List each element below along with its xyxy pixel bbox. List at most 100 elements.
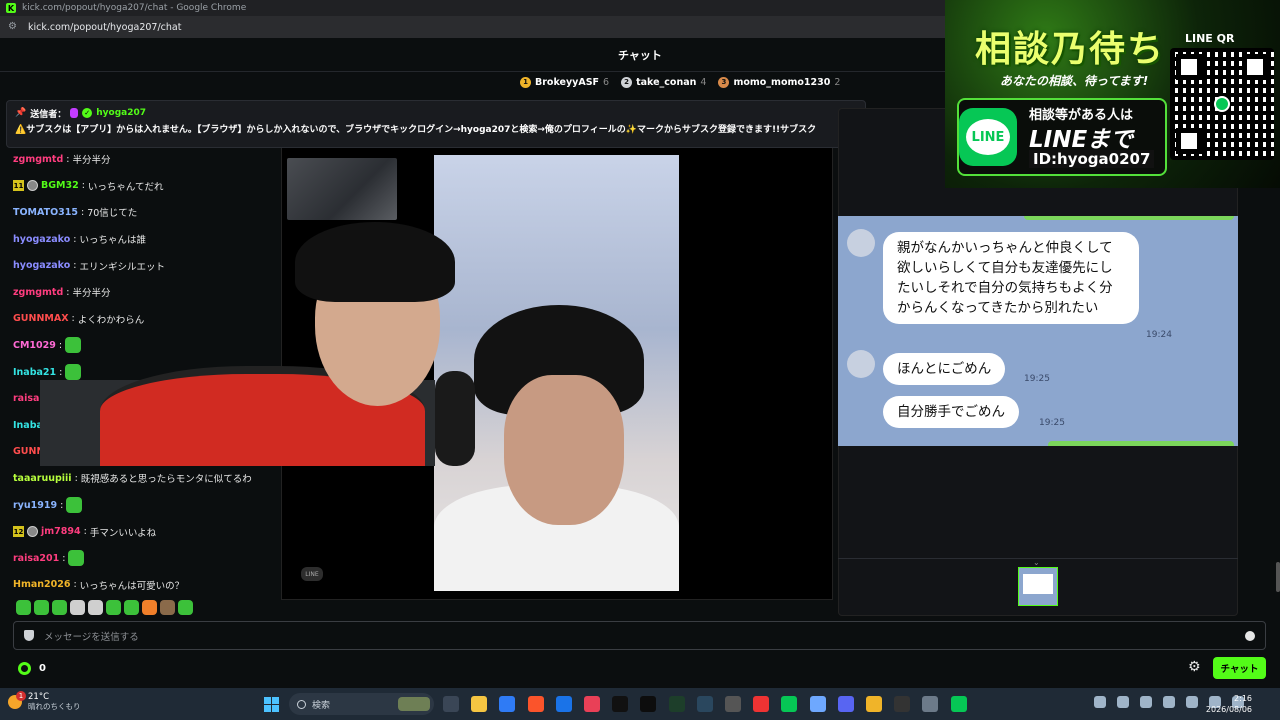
chat-input-placeholder[interactable]: メッセージを送信する (44, 629, 139, 643)
send-chat-button[interactable]: チャット (1213, 657, 1266, 679)
bluetooth-icon[interactable] (1140, 696, 1152, 708)
chat-footer: 0 ⚙ チャット (13, 656, 1266, 680)
emote-icon[interactable] (160, 600, 175, 615)
subscriber-badge-icon: 12 (13, 526, 24, 538)
settings-icon[interactable] (922, 696, 939, 712)
steam-icon[interactable] (696, 696, 713, 712)
leaderboard-entry[interactable]: 1 BrokeyyASF 6 (520, 76, 609, 88)
line-qr-logo-icon (1214, 96, 1230, 112)
taskbar-search-placeholder[interactable]: 検索 (312, 698, 330, 711)
chat-username[interactable]: Hman2026 (13, 579, 70, 590)
app-icon[interactable] (584, 696, 600, 712)
chat-username[interactable]: zgmgmtd (13, 154, 63, 165)
site-info-icon[interactable]: ⚙ (8, 22, 20, 32)
rank-badge-icon: 3 (718, 76, 730, 88)
weather-condition: 晴れのちくもり (28, 702, 81, 711)
chat-username[interactable]: ryu1919 (13, 500, 57, 511)
taskbar-clock[interactable]: 2:16 2026/08/06 (1206, 693, 1252, 715)
chat-message[interactable]: ryu1919: (13, 492, 283, 519)
app-icon[interactable] (809, 696, 826, 712)
chat-message-colon: : (81, 180, 85, 192)
chat-message[interactable]: 12 jm7894: 手マンいいよね (13, 518, 283, 545)
screen-thumbnail[interactable] (1018, 567, 1058, 606)
windows-start-icon[interactable] (264, 697, 279, 712)
pinned-sender-name[interactable]: hyoga207 (96, 108, 146, 118)
microphone-icon[interactable] (1117, 696, 1129, 708)
emote-icon[interactable] (124, 600, 139, 615)
shield-icon[interactable] (24, 630, 34, 641)
weather-widget[interactable]: 1 21°C 晴れのちくもり (8, 691, 81, 712)
emote-icon[interactable] (70, 600, 85, 615)
chat-message-text: 手マンいいよね (89, 527, 157, 539)
emote-icon[interactable] (178, 600, 193, 615)
scrollbar-thumb[interactable] (1276, 562, 1280, 592)
pinned-sender-label: 送信者： (30, 109, 67, 120)
leaderboard-entry[interactable]: 2 take_conan 4 (621, 76, 706, 88)
brave-browser-icon[interactable] (527, 696, 544, 712)
cloud-icon[interactable] (1094, 696, 1106, 708)
app-icon[interactable] (725, 696, 741, 712)
chat-message[interactable]: taaaruupiii: 既視感あると思ったらモンタに似てるわ (13, 465, 283, 492)
app-icon[interactable] (753, 696, 770, 712)
discord-icon[interactable] (837, 696, 854, 712)
leaderboard-entry[interactable]: 3 momo_momo1230 2 (718, 76, 841, 88)
chat-message-text: 半分半分 (72, 155, 111, 167)
leaderboard-username[interactable]: momo_momo1230 (733, 77, 830, 88)
leaderboard-count: 2 (834, 76, 841, 88)
chat-message[interactable]: raisa201: (13, 545, 283, 572)
chat-message-colon: : (66, 153, 70, 165)
display-icon[interactable] (1186, 696, 1198, 708)
search-highlight-image (398, 697, 430, 711)
emote-icon[interactable] (106, 600, 121, 615)
chat-message-text: いっちゃんてだれ (87, 181, 164, 193)
app-icon[interactable] (499, 696, 516, 712)
leaderboard-username[interactable]: BrokeyyASF (535, 77, 599, 88)
chat-input[interactable]: メッセージを送信する (13, 621, 1266, 650)
gear-icon[interactable]: ⚙ (1188, 660, 1202, 674)
chrome-icon[interactable] (555, 696, 572, 712)
chat-username[interactable]: BGM32 (41, 180, 79, 191)
emote-icon[interactable] (16, 600, 31, 615)
chat-message-text: いっちゃんは可愛いの？ (79, 580, 185, 592)
app-icon[interactable] (866, 696, 882, 712)
emote-icon[interactable] (142, 600, 157, 615)
banner-headline: 相談乃待ち (975, 28, 1166, 70)
chat-message[interactable]: zgmgmtd: 半分半分 (13, 146, 283, 173)
emoji-picker-icon[interactable] (1245, 631, 1255, 641)
terminal-icon[interactable] (640, 696, 657, 712)
qr-title: LINE QR (1185, 32, 1235, 45)
line-watermark-logo: LINE (301, 567, 323, 581)
line-avatar (847, 350, 875, 378)
gift-leaderboard: 1 BrokeyyASF 6 2 take_conan 4 3 momo_momo1… (520, 74, 840, 90)
url-text[interactable]: kick.com/popout/hyoga207/chat (28, 22, 181, 33)
search-icon (297, 699, 306, 709)
channel-points-icon[interactable] (18, 661, 31, 675)
kick-favicon-icon: K (6, 3, 16, 13)
line-app-icon[interactable] (781, 696, 798, 712)
og-badge-icon (27, 180, 38, 192)
emote-icon (68, 550, 85, 567)
emote-icon[interactable] (34, 600, 49, 615)
taskbar-search[interactable]: 検索 (289, 693, 434, 715)
verified-badge-icon: ✓ (82, 108, 93, 118)
task-view-icon[interactable] (443, 696, 459, 712)
chat-username[interactable]: jm7894 (41, 526, 81, 537)
file-explorer-icon[interactable] (471, 696, 488, 712)
line-message-bubble: 自分勝手でごめん (883, 396, 1019, 428)
chat-message[interactable]: 11 BGM32: いっちゃんてだれ (13, 173, 283, 200)
chat-message[interactable]: Hman2026: いっちゃんは可愛いの？ (13, 572, 283, 599)
leaderboard-username[interactable]: take_conan (636, 77, 696, 88)
windows-taskbar: 1 21°C 晴れのちくもり 検索 2:16 2026/08/06 (0, 688, 1280, 720)
onedrive-icon[interactable] (1163, 696, 1175, 708)
chat-username[interactable]: raisa201 (13, 553, 59, 564)
chat-username[interactable]: taaaruupiii (13, 473, 72, 484)
app-icon[interactable] (668, 696, 685, 712)
line-app-icon[interactable] (950, 696, 967, 712)
pinned-message[interactable]: 📌 送信者： ✓ hyoga207 ⚠️サブスクは【アプリ】からは入れません。【… (6, 100, 866, 148)
chevron-down-icon[interactable]: ⌄ (1033, 558, 1040, 567)
emote-icon[interactable] (88, 600, 103, 615)
app-icon[interactable] (894, 696, 911, 712)
pin-icon: 📌 (15, 108, 27, 118)
emote-icon[interactable] (52, 600, 67, 615)
tiktok-icon[interactable] (612, 696, 629, 712)
